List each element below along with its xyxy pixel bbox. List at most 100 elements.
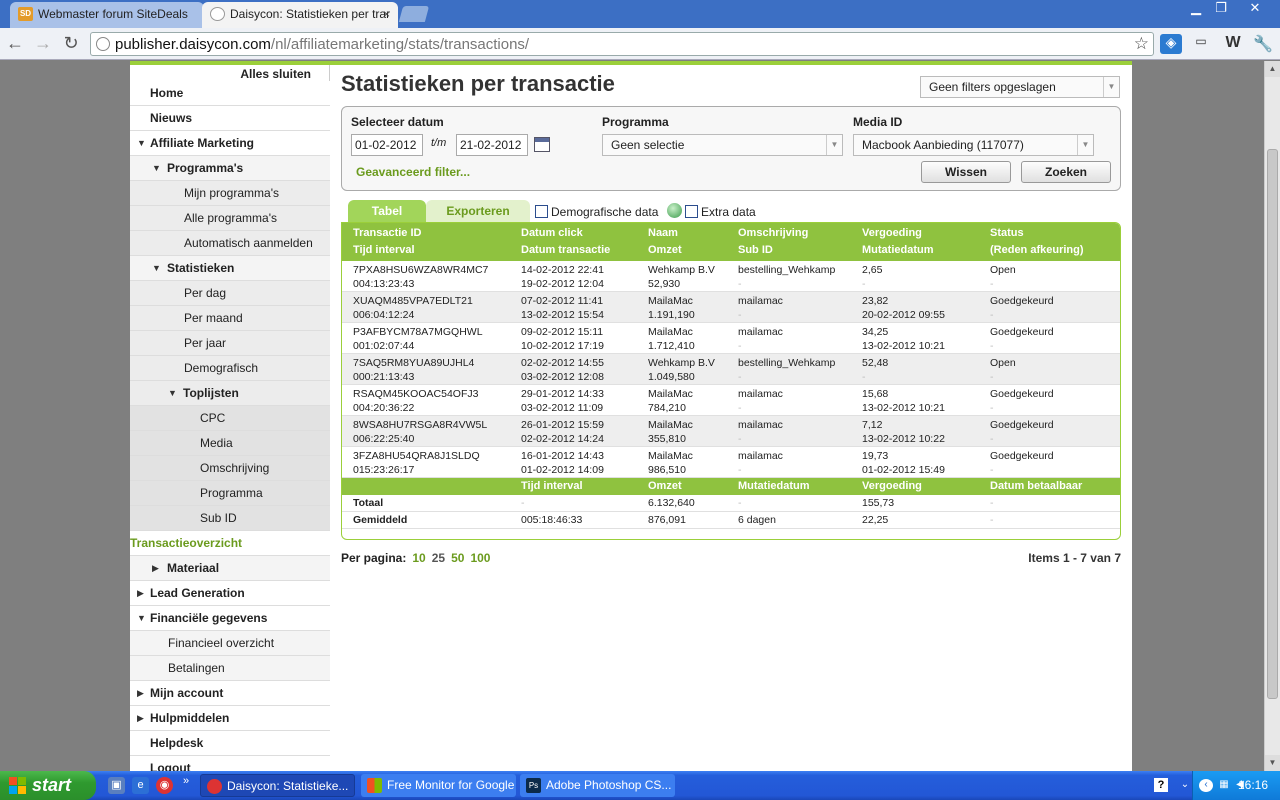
sidebar-item[interactable]: Demografisch [130,356,330,381]
sidebar-item[interactable]: ▶ Lead Generation [130,581,330,606]
show-desktop-icon[interactable]: ▣ [108,777,125,794]
advanced-filter-link[interactable]: Geavanceerd filter... [356,165,470,179]
wrench-icon[interactable]: 🔧 [1252,34,1274,54]
sidebar-item[interactable]: ▼ Affiliate Marketing [130,131,330,156]
scroll-up-arrow-icon[interactable]: ▲ [1265,61,1280,77]
sidebar-item[interactable]: Nieuws [130,106,330,131]
sidebar-item-label: Mijn programma's [184,186,279,200]
sidebar-item[interactable]: Per jaar [130,331,330,356]
table-cell: - [738,340,742,352]
clear-button[interactable]: Wissen [921,161,1011,183]
tab-export[interactable]: Exporteren [426,200,530,222]
tray-arrow-icon[interactable]: ⌄ [1178,779,1192,792]
sidebar-item[interactable]: ▼ Toplijsten [130,381,330,406]
help-icon[interactable]: ? [1154,778,1168,792]
sidebar-item-label: Demografisch [184,361,259,375]
close-tab-icon[interactable]: × [383,2,390,26]
start-button[interactable]: start [0,771,96,800]
extra-data-checkbox[interactable] [685,205,698,218]
table-row[interactable]: 7PXA8HSU6WZA8WR4MC7 004:13:23:43 14-02-201… [342,261,1120,292]
sidebar-item[interactable]: Helpdesk [130,731,330,756]
reload-icon[interactable]: ↻ [60,33,82,55]
sidebar-item[interactable]: Financieel overzicht [130,631,330,656]
per-page-option[interactable]: 10 [412,551,425,565]
table-cell: Open [990,264,1016,276]
sidebar-item[interactable]: Transactieoverzicht [130,531,330,556]
date-from-input[interactable]: 01-02-2012 [351,134,423,156]
sidebar-item[interactable]: Programma [130,481,330,506]
sidebar-item[interactable]: ▼ Programma's [130,156,330,181]
taskbar-item-free-monitor[interactable]: Free Monitor for Google [361,774,516,797]
table-cell: - [862,278,866,290]
sidebar-item[interactable]: Automatisch aanmelden [130,231,330,256]
extension-ruler-icon[interactable]: ▭ [1190,34,1212,54]
taskbar-item-photoshop[interactable]: Ps Adobe Photoshop CS... [520,774,675,797]
sidebar-item[interactable]: ▼ Statistieken [130,256,330,281]
sidebar-item-label: Toplijsten [183,386,239,400]
browser-tab-daisycon[interactable]: Daisycon: Statistieken per trar × [202,2,398,28]
internet-explorer-icon[interactable]: e [132,777,149,794]
table-cell: mailamac [738,419,783,431]
sidebar-item[interactable]: ▶ Materiaal [130,556,330,581]
close-all-link[interactable]: Alles sluiten [240,67,311,81]
quicklaunch-more-icon[interactable]: » [180,773,192,790]
scrollbar-thumb[interactable] [1267,149,1278,699]
calendar-icon[interactable] [534,137,550,152]
sidebar-item[interactable]: Sub ID [130,506,330,531]
extension-w-icon[interactable]: W [1222,34,1244,54]
sidebar-item[interactable]: Betalingen [130,656,330,681]
table-row[interactable]: P3AFBYCM78A7MGQHWL 001:02:07:44 09-02-2012… [342,323,1120,354]
sidebar-item[interactable]: Omschrijving [130,456,330,481]
sidebar-item[interactable]: Per maand [130,306,330,331]
date-to-input[interactable]: 21-02-2012 [456,134,528,156]
sidebar-item[interactable]: Logout [130,756,330,771]
sidebar-item[interactable]: Home [130,81,330,106]
table-row[interactable]: RSAQM45KOOAC54OFJ3 004:20:36:22 29-01-2012… [342,385,1120,416]
maximize-window-button[interactable]: ❐ [1208,0,1234,18]
sidebar-item[interactable]: Media [130,431,330,456]
new-tab-button[interactable] [398,6,430,22]
sidebar-item[interactable]: Alle programma's [130,206,330,231]
sidebar-item[interactable]: ▼ Financiële gegevens [130,606,330,631]
scroll-down-arrow-icon[interactable]: ▼ [1265,755,1280,771]
back-arrow-icon[interactable]: ← [4,33,26,55]
tray-back-icon[interactable]: ‹ [1199,779,1213,792]
sidebar-item[interactable]: CPC [130,406,330,431]
chrome-icon [207,779,222,794]
sidebar-item[interactable]: Per dag [130,281,330,306]
minimize-window-button[interactable]: ▁ [1183,0,1209,18]
table-row[interactable]: 8WSA8HU7RSGA8R4VW5L 006:22:25:40 26-01-201… [342,416,1120,447]
media-id-select[interactable]: Macbook Aanbieding (117077) ▼ [853,134,1094,156]
table-cell: Goedgekeurd [990,295,1054,307]
saved-filters-select[interactable]: Geen filters opgeslagen ▼ [920,76,1120,98]
chrome-icon[interactable]: ◉ [156,777,173,794]
network-icon[interactable]: ▦ [1217,779,1231,792]
url-text[interactable]: publisher.daisycon.com/nl/affiliatemarke… [115,36,529,53]
per-page-option[interactable]: 50 [451,551,464,565]
vertical-scrollbar[interactable]: ▲ ▼ [1264,61,1280,771]
filter-panel: Selecteer datum 01-02-2012 t/m 21-02-201… [341,106,1121,191]
per-page-option[interactable]: 25 [432,551,445,565]
table-row[interactable]: 3FZA8HU54QRA8J1SLDQ 015:23:26:17 16-01-201… [342,447,1120,478]
table-cell: - [990,402,994,414]
forward-arrow-icon[interactable]: → [32,33,54,55]
sidebar-item[interactable]: Mijn programma's [130,181,330,206]
table-cell: 15,68 [862,388,889,400]
table-row[interactable]: XUAQM485VPA7EDLT21 006:04:12:24 07-02-2012… [342,292,1120,323]
browser-tab-sitedeals[interactable]: SD Webmaster forum SiteDeals [10,2,204,28]
close-window-button[interactable]: ✕ [1240,0,1270,18]
taskbar-item-daisycon[interactable]: Daisycon: Statistieke... [200,774,355,797]
chevron-down-icon: ▼ [137,613,146,623]
table-row[interactable]: 7SAQ5RM8YUA89UJHL4 000:21:13:43 02-02-2012… [342,354,1120,385]
sidebar-item[interactable]: ▶ Hulpmiddelen [130,706,330,731]
per-page-option[interactable]: 100 [470,551,490,565]
bookmark-star-icon[interactable]: ☆ [1134,34,1149,54]
extension-puzzle-icon[interactable]: ◈ [1160,34,1182,54]
tab-table[interactable]: Tabel [348,200,426,222]
demographic-data-checkbox[interactable] [535,205,548,218]
address-bar[interactable]: publisher.daisycon.com/nl/affiliatemarke… [90,32,1154,56]
sidebar-item[interactable]: ▶ Mijn account [130,681,330,706]
table-cell: 001:02:07:44 [353,340,415,352]
program-select[interactable]: Geen selectie ▼ [602,134,843,156]
search-button[interactable]: Zoeken [1021,161,1111,183]
